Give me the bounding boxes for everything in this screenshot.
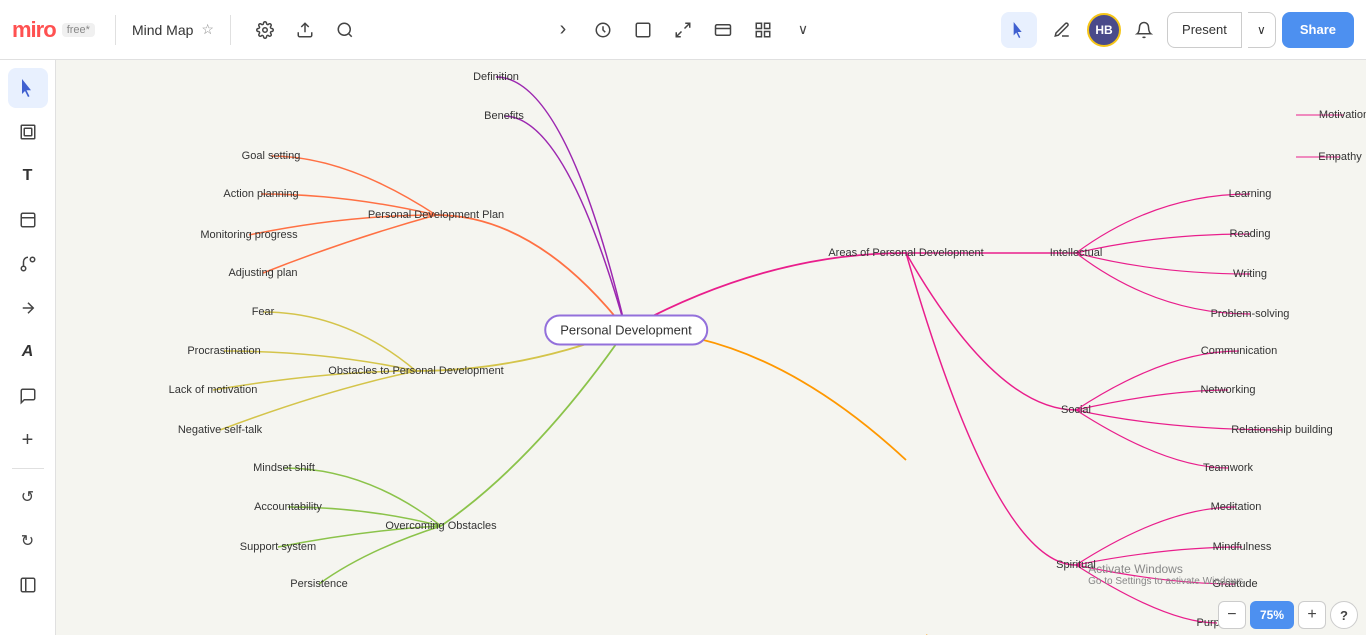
frame-button[interactable] [624, 11, 662, 49]
divider-1 [115, 15, 116, 45]
activate-watermark: Activate Windows Go to Settings to activ… [1088, 562, 1246, 587]
connect-tool-button[interactable] [8, 244, 48, 284]
node-accountability[interactable]: Accountability [254, 501, 322, 513]
node-procrastination[interactable]: Procrastination [187, 345, 260, 357]
center-tools: › ∨ [544, 11, 822, 49]
select-tool-button[interactable] [8, 68, 48, 108]
node-adjusting-plan[interactable]: Adjusting plan [228, 267, 297, 279]
redo-button[interactable]: ↻ [8, 521, 48, 561]
node-negative-selftalk[interactable]: Negative self-talk [178, 424, 262, 436]
settings-button[interactable] [247, 12, 283, 48]
frames-tool-button[interactable] [8, 112, 48, 152]
divider-2 [230, 15, 231, 45]
fullscreen-button[interactable] [664, 11, 702, 49]
node-mindfulness[interactable]: Mindfulness [1213, 541, 1272, 553]
node-fear[interactable]: Fear [252, 306, 275, 318]
node-areas[interactable]: Areas of Personal Development [828, 247, 983, 259]
comment-tool-button[interactable] [8, 376, 48, 416]
node-empathy[interactable]: Empathy [1318, 151, 1361, 163]
pen-tool-button[interactable] [1043, 11, 1081, 49]
star-icon[interactable]: ☆ [201, 21, 214, 38]
topbar-tools [239, 12, 371, 48]
node-intellectual[interactable]: Intellectual [1050, 247, 1103, 259]
timer-button[interactable] [584, 11, 622, 49]
center-node[interactable]: Personal Development [544, 315, 708, 346]
help-button[interactable]: ? [1330, 601, 1358, 629]
card-button[interactable] [704, 11, 742, 49]
share-button[interactable]: Share [1282, 12, 1354, 48]
present-dropdown-button[interactable]: ∨ [1248, 12, 1276, 48]
upload-button[interactable] [287, 12, 323, 48]
node-motivation[interactable]: Motivation [1319, 109, 1366, 121]
avatar[interactable]: HB [1087, 13, 1121, 47]
board-title: Mind Map [132, 22, 193, 38]
node-teamwork[interactable]: Teamwork [1203, 462, 1253, 474]
canvas[interactable]: Personal Development Personal Developmen… [56, 60, 1366, 635]
node-obstacles[interactable]: Obstacles to Personal Development [328, 365, 503, 377]
node-lack-motivation[interactable]: Lack of motivation [169, 384, 258, 396]
node-networking[interactable]: Networking [1200, 384, 1255, 396]
pen-draw-button[interactable] [8, 288, 48, 328]
zoom-out-button[interactable]: − [1218, 601, 1246, 629]
node-monitoring-progress[interactable]: Monitoring progress [200, 229, 297, 241]
node-goal-setting[interactable]: Goal setting [242, 150, 301, 162]
node-mindset-shift[interactable]: Mindset shift [253, 462, 315, 474]
topbar: miro free* Mind Map ☆ › [0, 0, 1366, 60]
node-social[interactable]: Social [1061, 404, 1091, 416]
collapse-sidebar-button[interactable] [8, 565, 48, 605]
node-reading[interactable]: Reading [1230, 228, 1271, 240]
node-definition[interactable]: Definition [473, 71, 519, 83]
node-persistence[interactable]: Persistence [290, 578, 347, 590]
activate-line2: Go to Settings to activate Windows. [1088, 576, 1246, 587]
node-meditation[interactable]: Meditation [1211, 501, 1262, 513]
node-relationship-building[interactable]: Relationship building [1231, 424, 1333, 436]
miro-logo: miro [12, 17, 56, 43]
chevron-right-button[interactable]: › [544, 11, 582, 49]
more-tools-button[interactable]: ∨ [784, 11, 822, 49]
notifications-button[interactable] [1127, 13, 1161, 47]
cursor-tool-button[interactable] [1001, 12, 1037, 48]
zoom-level[interactable]: 75% [1250, 601, 1294, 629]
node-problem-solving[interactable]: Problem-solving [1211, 308, 1290, 320]
activate-line1: Activate Windows [1088, 562, 1246, 576]
undo-button[interactable]: ↺ [8, 477, 48, 517]
sticky-tool-button[interactable] [8, 200, 48, 240]
node-communication[interactable]: Communication [1201, 345, 1277, 357]
node-overcoming[interactable]: Overcoming Obstacles [385, 520, 496, 532]
board-title-area: Mind Map ☆ [124, 21, 222, 38]
right-tools: HB Present ∨ Share [1001, 11, 1366, 49]
search-button[interactable] [327, 12, 363, 48]
left-sidebar: T A + ↺ ↻ [0, 60, 56, 635]
add-tool-button[interactable]: + [8, 420, 48, 460]
present-button[interactable]: Present [1167, 12, 1242, 48]
node-writing[interactable]: Writing [1233, 268, 1267, 280]
node-personal-dev-plan[interactable]: Personal Development Plan [368, 209, 504, 221]
grid-button[interactable] [744, 11, 782, 49]
text-tool-button[interactable]: T [8, 156, 48, 196]
node-action-planning[interactable]: Action planning [223, 188, 298, 200]
font-tool-button[interactable]: A [8, 332, 48, 372]
bottombar: − 75% + ? [1166, 595, 1366, 635]
zoom-in-button[interactable]: + [1298, 601, 1326, 629]
free-badge: free* [62, 23, 95, 37]
logo-area: miro free* [0, 17, 107, 43]
node-support-system[interactable]: Support system [240, 541, 316, 553]
node-benefits[interactable]: Benefits [484, 110, 524, 122]
node-learning[interactable]: Learning [1229, 188, 1272, 200]
